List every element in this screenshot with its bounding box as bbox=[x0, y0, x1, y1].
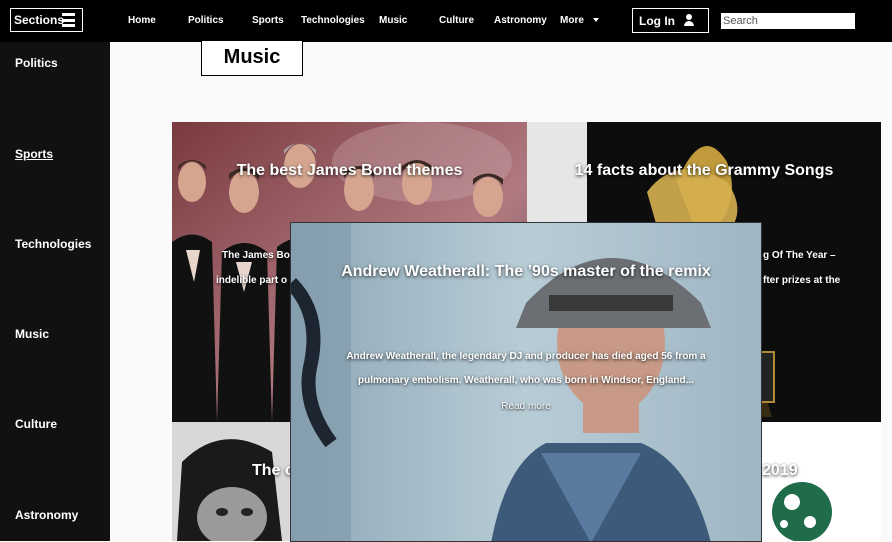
nav-music[interactable]: Music bbox=[379, 15, 407, 26]
top-navigation-bar: Sections Home Politics Sports Technologi… bbox=[0, 0, 892, 42]
sidebar: Politics Sports Technologies Music Cultu… bbox=[0, 42, 110, 541]
featured-article-popup[interactable]: Andrew Weatherall: The ’90s master of th… bbox=[290, 222, 762, 542]
sections-menu-button[interactable]: Sections bbox=[10, 8, 83, 32]
nav-culture[interactable]: Culture bbox=[439, 15, 474, 26]
read-more-link[interactable]: Read more bbox=[291, 401, 761, 412]
card-excerpt-line: g Of The Year – bbox=[763, 250, 836, 261]
card-title[interactable]: The best James Bond themes bbox=[172, 162, 527, 180]
article-card-bottom-right[interactable]: 2019 bbox=[762, 422, 881, 541]
sections-label: Sections bbox=[14, 13, 65, 27]
article-card-bottom-left[interactable]: The o bbox=[172, 422, 292, 541]
sidebar-item-culture[interactable]: Culture bbox=[15, 417, 57, 431]
nav-sports[interactable]: Sports bbox=[252, 15, 284, 26]
card-excerpt-line: fter prizes at the bbox=[763, 275, 841, 286]
popup-title[interactable]: Andrew Weatherall: The ’90s master of th… bbox=[291, 263, 761, 281]
sidebar-item-music[interactable]: Music bbox=[15, 327, 49, 341]
nav-home[interactable]: Home bbox=[128, 15, 156, 26]
hamburger-menu-icon bbox=[62, 13, 75, 27]
sidebar-item-politics[interactable]: Politics bbox=[15, 56, 58, 70]
login-button[interactable]: Log In bbox=[632, 8, 709, 33]
nav-astronomy[interactable]: Astronomy bbox=[494, 15, 547, 26]
nav-technologies[interactable]: Technologies bbox=[301, 15, 365, 26]
nav-more-label: More bbox=[560, 15, 584, 26]
nav-politics[interactable]: Politics bbox=[188, 15, 224, 26]
album-art-image bbox=[762, 422, 881, 541]
portrait-image bbox=[172, 422, 292, 541]
card-excerpt-line: The James Bo bbox=[222, 250, 290, 261]
popup-excerpt-line: Andrew Weatherall, the legendary DJ and … bbox=[346, 351, 706, 362]
card-title[interactable]: 14 facts about the Grammy Songs bbox=[527, 162, 881, 180]
card-title[interactable]: 2019 bbox=[762, 462, 881, 480]
popup-excerpt-line: pulmonary embolism. Weatherall, who was … bbox=[358, 375, 694, 386]
sidebar-item-astronomy[interactable]: Astronomy bbox=[15, 508, 78, 522]
card-excerpt-line: indelible part o bbox=[216, 275, 288, 286]
nav-more-dropdown[interactable]: More bbox=[560, 15, 599, 26]
page-title: Music bbox=[201, 41, 303, 76]
user-icon bbox=[684, 14, 694, 27]
login-label: Log In bbox=[639, 14, 675, 28]
sidebar-item-technologies[interactable]: Technologies bbox=[15, 237, 91, 251]
search-input[interactable] bbox=[721, 13, 855, 29]
caret-down-icon bbox=[592, 18, 599, 23]
sidebar-item-sports[interactable]: Sports bbox=[15, 147, 53, 161]
card-title[interactable]: The o bbox=[252, 462, 292, 480]
